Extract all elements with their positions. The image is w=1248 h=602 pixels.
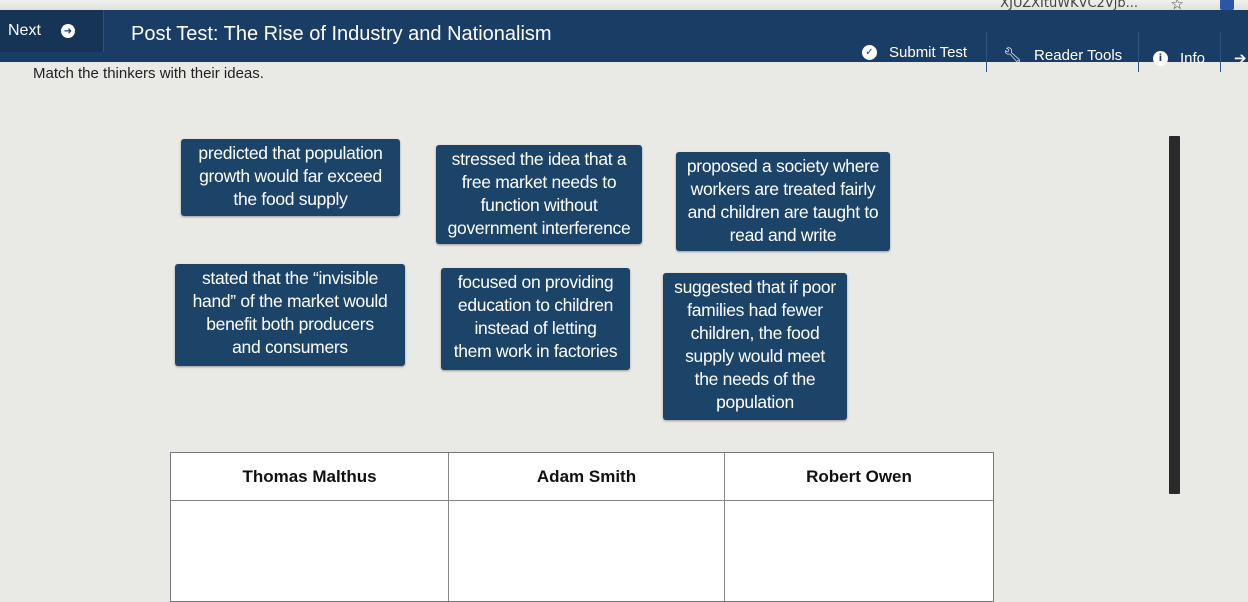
card-line: focused on providing xyxy=(457,272,614,292)
next-label: Next xyxy=(8,22,41,39)
card-line: them work in factories xyxy=(453,341,618,361)
idea-card-malthus-population[interactable]: predicted that population growth would f… xyxy=(181,139,400,216)
question-instructions: Match the thinkers with their ideas. xyxy=(33,65,264,82)
drop-zone-adam-smith[interactable] xyxy=(449,501,724,601)
test-header-bar: Next ➜ Post Test: The Rise of Industry a… xyxy=(0,10,1248,72)
header-divider xyxy=(1220,32,1221,72)
card-line: function without xyxy=(480,195,598,215)
card-line: predicted that population xyxy=(198,143,383,163)
card-line: growth would far exceed xyxy=(199,166,382,186)
matching-table: Thomas Malthus Adam Smith Robert Owen xyxy=(170,452,994,602)
card-line: families had fewer xyxy=(687,300,823,320)
column-header: Thomas Malthus xyxy=(171,453,448,501)
header-divider xyxy=(986,32,987,72)
drop-zone-robert-owen[interactable] xyxy=(725,501,993,601)
info-label: Info xyxy=(1180,49,1206,67)
vertical-scrollbar[interactable] xyxy=(1169,136,1180,494)
card-line: free market needs to xyxy=(461,172,617,192)
extension-icon[interactable] xyxy=(1220,0,1234,10)
card-line: and children are taught to xyxy=(687,202,879,222)
card-line: government interference xyxy=(447,218,631,238)
submit-test-label: Submit Test xyxy=(889,43,968,61)
card-line: children, the food xyxy=(690,323,820,343)
test-title: Post Test: The Rise of Industry and Nati… xyxy=(131,23,552,45)
card-line: workers are treated fairly xyxy=(690,179,876,199)
column-robert-owen: Robert Owen xyxy=(724,453,993,601)
column-header: Robert Owen xyxy=(725,453,993,501)
idea-card-fewer-children[interactable]: suggested that if poor families had fewe… xyxy=(663,273,847,420)
reader-tools-label: Reader Tools xyxy=(1034,46,1123,64)
info-icon: i xyxy=(1153,50,1168,66)
card-line: education to children xyxy=(457,295,614,315)
arrow-right-circle-icon: ➜ xyxy=(60,24,75,38)
next-button[interactable]: Next ➜ xyxy=(0,10,104,52)
header-divider xyxy=(1138,32,1139,72)
column-adam-smith: Adam Smith xyxy=(448,453,724,601)
idea-card-free-market[interactable]: stressed the idea that a free market nee… xyxy=(436,145,642,244)
wrench-icon: 🔧︎ xyxy=(1003,46,1023,64)
card-line: suggested that if poor xyxy=(674,277,836,297)
card-line: read and write xyxy=(729,225,837,245)
idea-card-fair-society[interactable]: proposed a society where workers are tre… xyxy=(676,152,890,251)
card-line: hand” of the market would xyxy=(192,291,388,311)
card-line: the needs of the xyxy=(694,369,816,389)
idea-card-education[interactable]: focused on providing education to childr… xyxy=(441,268,630,370)
card-line: instead of letting xyxy=(474,318,597,338)
card-line: stressed the idea that a xyxy=(451,149,627,169)
submit-test-button[interactable]: ✓ Submit Test xyxy=(862,38,967,66)
drop-zone-thomas-malthus[interactable] xyxy=(171,501,448,601)
reader-tools-button[interactable]: 🔧︎ Reader Tools xyxy=(1003,41,1122,69)
exit-icon[interactable]: ➔ xyxy=(1234,44,1247,72)
card-line: and consumers xyxy=(232,337,348,357)
info-button[interactable]: i Info xyxy=(1153,44,1205,72)
column-header: Adam Smith xyxy=(449,453,724,501)
check-circle-icon: ✓ xyxy=(862,44,877,60)
card-line: stated that the “invisible xyxy=(201,268,379,288)
column-thomas-malthus: Thomas Malthus xyxy=(171,453,448,601)
card-line: proposed a society where xyxy=(686,156,880,176)
card-line: benefit both producers xyxy=(206,314,374,334)
idea-card-invisible-hand[interactable]: stated that the “invisible hand” of the … xyxy=(175,264,405,366)
card-line: population xyxy=(716,392,794,412)
card-line: the food supply xyxy=(233,189,348,209)
card-line: supply would meet xyxy=(685,346,825,366)
